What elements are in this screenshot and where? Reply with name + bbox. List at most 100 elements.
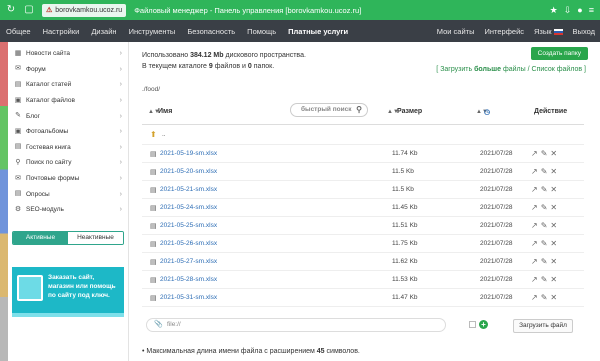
tab-active-modules[interactable]: Активные [13,232,68,244]
table-row: ▤ 2021-05-31-sm.xlsx 11.47 Kb 2021/07/28 ↗ ✎ ✕ [142,289,584,307]
extension-icon[interactable]: ● [577,5,582,15]
delete-icon[interactable]: ✕ [550,185,557,194]
delete-icon[interactable]: ✕ [550,293,557,302]
file-name-link[interactable]: 2021-05-20-sm.xlsx [160,168,217,175]
download-icon[interactable]: ⇩ [564,5,572,16]
sidebar-item-poll[interactable]: ▤ Опросы › [8,186,128,202]
file-name-link[interactable]: 2021-05-21-sm.xlsx [160,186,217,193]
tab-inactive-modules[interactable]: Неактивные [68,232,123,244]
dir-info-mid: файлов и [214,63,246,70]
refresh-icon[interactable]: ↻ [4,3,18,17]
delete-icon[interactable]: ✕ [550,239,557,248]
open-external-icon[interactable]: ↗ [531,275,538,284]
date-sort-icon[interactable]: ◷ [484,108,490,116]
delete-icon[interactable]: ✕ [550,149,557,158]
delete-icon[interactable]: ✕ [550,167,557,176]
note-prefix: Максимальная длина имени файла с расшире… [146,348,315,355]
delete-icon[interactable]: ✕ [550,203,557,212]
open-external-icon[interactable]: ↗ [531,149,538,158]
delete-icon[interactable]: ✕ [550,275,557,284]
edit-icon[interactable]: ✎ [541,257,548,266]
edit-icon[interactable]: ✎ [541,275,548,284]
bookmark-icon[interactable]: ★ [550,5,558,16]
file-name-link[interactable]: 2021-05-31-sm.xlsx [160,294,217,301]
sidebar-item-seo[interactable]: ⚙ SEO-модуль › [8,202,128,218]
nav-my-sites[interactable]: Мои сайты [432,27,480,36]
edit-icon[interactable]: ✎ [541,239,548,248]
file-date: 2021/07/28 [480,168,513,175]
tab-icon[interactable]: ▢ [22,3,36,17]
sidebar-item-photo[interactable]: ▣ Фотоальбомы › [8,124,128,140]
file-name-link[interactable]: 2021-05-28-sm.xlsx [160,276,217,283]
open-external-icon[interactable]: ↗ [531,257,538,266]
folder-count: 0 [247,63,252,70]
sidebar-item-guestbook[interactable]: ▤ Гостевая книга › [8,140,128,156]
file-name-link[interactable]: 2021-05-27-sm.xlsx [160,258,217,265]
folder-up-icon: ⬆ [150,130,157,139]
edit-icon[interactable]: ✎ [541,167,548,176]
delete-icon[interactable]: ✕ [550,257,557,266]
edit-icon[interactable]: ✎ [541,149,548,158]
sidebar-item-label: Гостевая книга [26,143,71,151]
quick-search-input[interactable]: быстрый поиск ⚲ [290,103,368,117]
open-external-icon[interactable]: ↗ [531,239,538,248]
poll-icon: ▤ [14,190,22,198]
file-name-link[interactable]: 2021-05-24-sm.xlsx [160,204,217,211]
russian-flag-icon [553,28,563,35]
add-upload-field-icon[interactable]: + [479,320,488,329]
nav-logout[interactable]: Выход [568,27,600,36]
file-upload-input[interactable]: 📎 file:// [146,318,446,332]
column-size[interactable]: Размер [397,108,422,115]
note-value: 45 [316,348,325,355]
upload-option-checkbox[interactable] [469,321,476,328]
file-icon: ▤ [150,222,157,230]
warning-icon: ⚠ [46,7,53,14]
sidebar-item-articles[interactable]: ▤ Каталог статей › [8,77,128,93]
nav-design[interactable]: Дизайн [85,27,122,36]
sidebar-item-forum[interactable]: ✉ Форум › [8,62,128,78]
file-date: 2021/07/28 [480,258,513,265]
nav-language[interactable]: Язык [529,27,568,36]
edit-icon[interactable]: ✎ [541,221,548,230]
edit-icon[interactable]: ✎ [541,203,548,212]
sidebar-item-mail[interactable]: ✉ Почтовые формы › [8,171,128,187]
sidebar-item-blog[interactable]: ✎ Блог › [8,108,128,124]
open-external-icon[interactable]: ↗ [531,293,538,302]
disk-info-suffix: дискового пространства. [225,52,306,59]
address-bar[interactable]: ⚠ borovkamkou.ucoz.ru [42,3,127,17]
file-name-link[interactable]: 2021-05-26-sm.xlsx [160,240,217,247]
upload-more-files-link[interactable]: Загрузить больше файлы [440,66,525,73]
file-name-link[interactable]: 2021-05-19-sm.xlsx [160,150,217,157]
open-external-icon[interactable]: ↗ [531,185,538,194]
file-list-link[interactable]: Список файлов [532,66,583,73]
promo-illustration-icon [17,275,43,301]
create-folder-button[interactable]: Создать папку [530,47,588,60]
parent-directory-row[interactable]: ⬆ .. [142,125,584,145]
file-name-link[interactable]: 2021-05-25-sm.xlsx [160,222,217,229]
nav-interface[interactable]: Интерфейс [480,27,530,36]
dir-info-suffix: папок. [253,63,275,70]
edit-icon[interactable]: ✎ [541,185,548,194]
promo-banner[interactable]: Заказать сайт, магазин или помощь по сай… [12,267,124,313]
open-external-icon[interactable]: ↗ [531,167,538,176]
mail-icon: ✉ [15,174,21,182]
sidebar-item-search[interactable]: ⚲ Поиск по сайту › [8,155,128,171]
menu-icon[interactable]: ≡ [589,5,594,15]
open-external-icon[interactable]: ↗ [531,221,538,230]
upload-links: [ Загрузить больше файлы / Список файлов… [436,66,586,73]
sidebar-item-files[interactable]: ▣ Каталог файлов › [8,93,128,109]
nav-general[interactable]: Общее [0,27,37,36]
nav-security[interactable]: Безопасность [181,27,241,36]
upload-file-button[interactable]: Загрузить файл [513,319,573,333]
delete-icon[interactable]: ✕ [550,221,557,230]
column-name[interactable]: Имя [158,108,172,115]
nav-settings[interactable]: Настройки [37,27,86,36]
chevron-right-icon: › [119,175,122,183]
open-external-icon[interactable]: ↗ [531,203,538,212]
nav-help[interactable]: Помощь [241,27,282,36]
nav-paid-services[interactable]: Платные услуги [282,27,354,36]
edit-icon[interactable]: ✎ [541,293,548,302]
nav-tools[interactable]: Инструменты [123,27,182,36]
file-icon: ▤ [150,240,157,248]
sidebar-item-news[interactable]: ▦ Новости сайта › [8,46,128,62]
